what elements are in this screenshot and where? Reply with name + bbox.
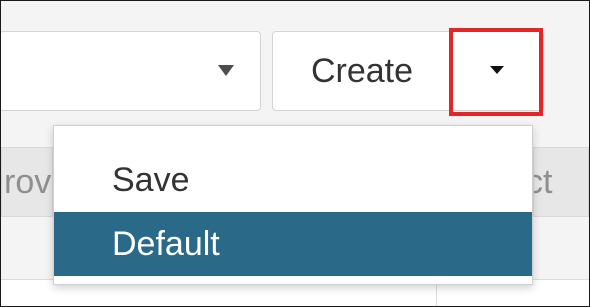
background-button-left[interactable]: rov [1,147,53,217]
caret-down-icon [490,66,504,74]
triangle-down-icon[interactable] [218,65,234,76]
background-button-right[interactable]: ct [533,147,589,217]
menu-item-save[interactable]: Save [54,148,532,212]
screenshot-frame: Create rov ct Save Default [0,0,590,307]
menu-item-default[interactable]: Default [54,212,532,276]
background-button-left-label: rov [4,162,52,201]
background-button-right-label: ct [534,162,553,201]
dropdown-menu: Save Default [53,125,533,285]
menu-item-default-label: Default [112,224,220,263]
dropdown-toggle-button[interactable] [449,28,543,116]
menu-item-save-label: Save [112,160,190,199]
select-dropdown[interactable] [1,31,261,111]
create-split-button: Create [272,28,544,116]
create-button[interactable]: Create [273,32,451,110]
